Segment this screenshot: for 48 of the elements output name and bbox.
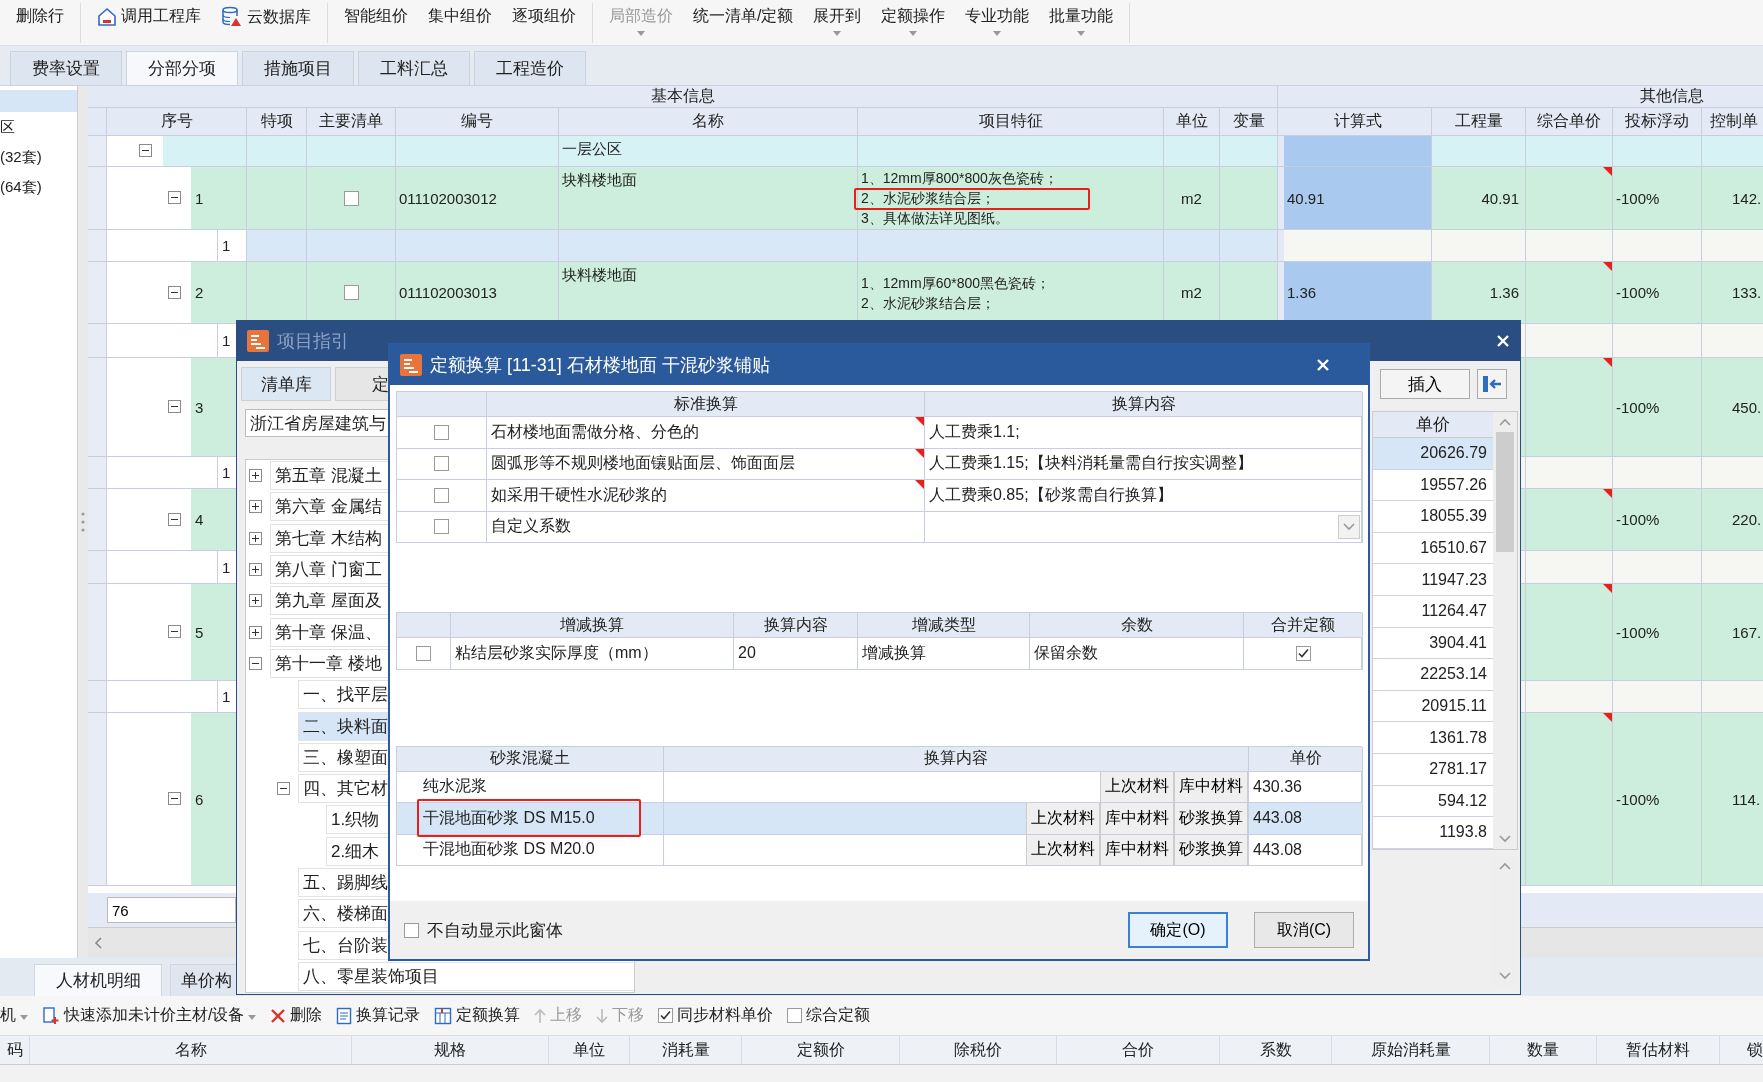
table-cell: 块料楼地面 <box>559 167 858 230</box>
table-cell: 220. <box>1702 489 1763 551</box>
table-cell: 114. <box>1702 713 1763 886</box>
table-cell: 粘结层砂浆实际厚度（mm） <box>451 638 734 670</box>
table-cell: 133. <box>1702 262 1763 324</box>
table-cell: m2 <box>1164 167 1220 230</box>
column-header: 单价 <box>1249 746 1363 772</box>
table-cell: -100% <box>1613 584 1702 681</box>
table-cell: 人工费乘0.85;【砂浆需自行换算】 <box>925 480 1363 512</box>
table-cell: -100% <box>1613 713 1702 886</box>
column-header: 增减类型 <box>858 613 1030 638</box>
column-group-header: 其他信息 <box>1284 86 1763 108</box>
table-cell: 1 <box>191 167 246 229</box>
column-header: 砂浆混凝土 <box>397 746 664 772</box>
table-cell: 自定义系数 <box>487 511 925 543</box>
column-header: 换算内容 <box>664 746 1249 772</box>
column-header: 增减换算 <box>451 613 734 638</box>
column-header: 余数 <box>1030 613 1244 638</box>
column-group-header: 基本信息 <box>88 86 1278 108</box>
table-cell: 一层公区 <box>559 136 858 167</box>
column-header: 换算内容 <box>734 613 858 638</box>
table-cell: 167. <box>1702 584 1763 681</box>
table-cell: 40.91 <box>1432 167 1526 230</box>
table-cell: 人工费乘1.15;【块料消耗量需自行按实调整】 <box>925 448 1363 480</box>
column-header: 换算内容 <box>925 392 1363 417</box>
table-cell: 450. <box>1702 358 1763 457</box>
table-cell: 2 <box>191 262 246 323</box>
dialog-title: 定额换算 [11-31] 石材楼地面 干混砂浆铺贴 <box>430 354 771 377</box>
table-cell: 443.08 <box>1249 834 1363 866</box>
table-cell: 1.36 <box>1432 262 1526 324</box>
table-cell: 保留余数 <box>1030 638 1244 670</box>
table-cell: 1 <box>217 230 246 261</box>
table-cell: 如采用干硬性水泥砂浆的 <box>487 480 925 512</box>
column-header: 标准换算 <box>487 392 925 417</box>
table-cell: 443.08 <box>1249 803 1363 835</box>
table-cell: 40.91 <box>1284 167 1432 230</box>
table-cell: 142. <box>1702 167 1763 230</box>
column-header: 合并定额 <box>1244 613 1363 638</box>
table-cell: 增减换算 <box>858 638 1030 670</box>
table-cell: 011102003012 <box>396 167 559 230</box>
table-cell: -100% <box>1613 262 1702 324</box>
table-cell: 人工费乘1.1; <box>925 417 1363 449</box>
table-cell: 圆弧形等不规则楼地面镶贴面层、饰面面层 <box>487 448 925 480</box>
table-cell: -100% <box>1613 358 1702 457</box>
table-cell: -100% <box>1613 167 1702 230</box>
table-cell: 石材楼地面需做分格、分色的 <box>487 417 925 449</box>
window-title: 项目指引 <box>277 330 349 353</box>
table-cell: -100% <box>1613 489 1702 551</box>
